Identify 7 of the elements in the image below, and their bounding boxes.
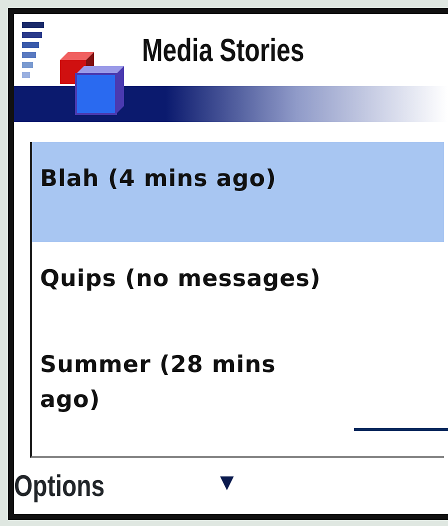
story-item[interactable]: Quips (no messages) xyxy=(32,242,444,328)
story-item[interactable]: Blah (4 mins ago) xyxy=(32,142,444,242)
screen-title: Media Stories xyxy=(142,31,304,70)
scroll-down-indicator: ▼ xyxy=(220,474,234,492)
story-item[interactable]: Summer (28 mins ago) xyxy=(32,328,322,452)
options-softkey[interactable]: Options xyxy=(14,464,105,508)
signal-icon xyxy=(22,20,44,80)
